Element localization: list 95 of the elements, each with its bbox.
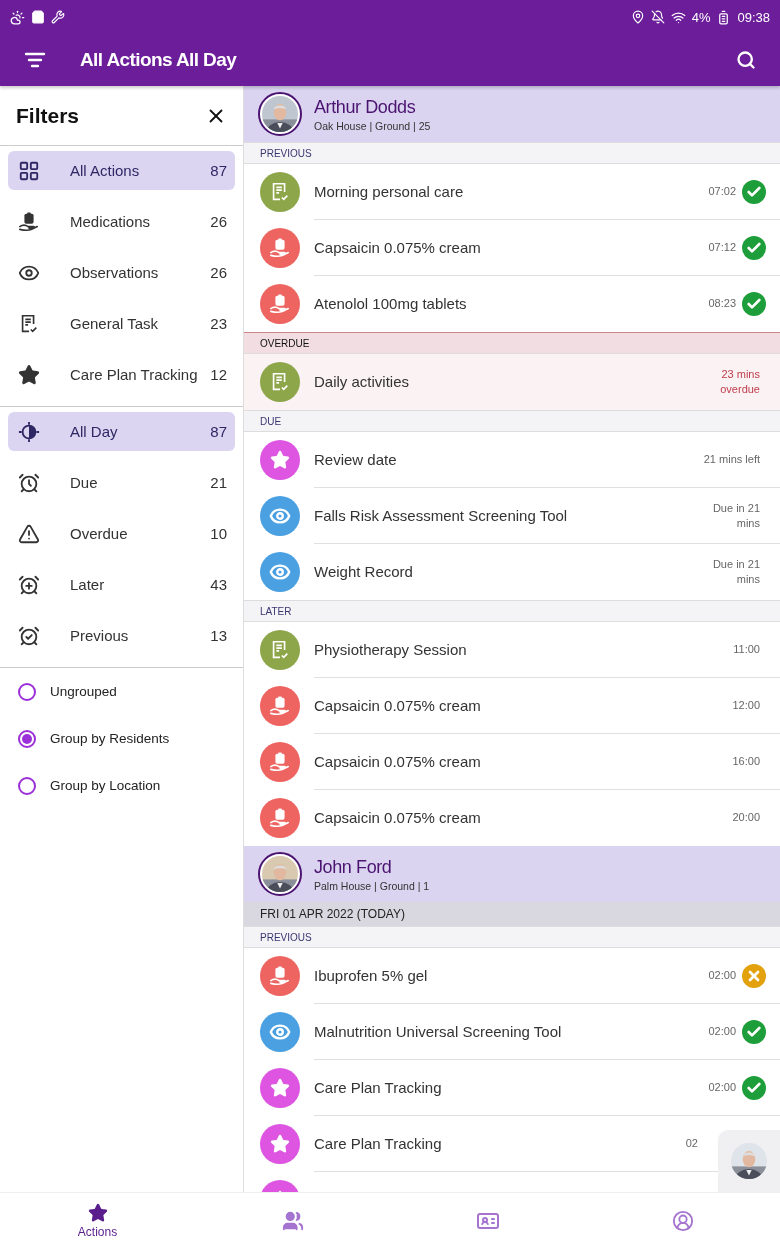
star-icon	[87, 1202, 108, 1223]
search-button[interactable]	[736, 50, 756, 70]
action-title: Atenolol 100mg tablets	[314, 295, 468, 312]
action-time: 23 mins overdue	[719, 367, 760, 396]
filter-item[interactable]: All Actions 87	[8, 151, 235, 190]
section-header: OVERDUE	[244, 332, 780, 354]
section-header: DUE	[244, 410, 780, 432]
section-header: LATER	[244, 600, 780, 622]
filter-item[interactable]: Due 21	[8, 463, 235, 502]
action-title: Capsaicin 0.075% cream	[314, 753, 482, 770]
filter-item[interactable]: General Task 23	[8, 304, 235, 343]
action-time: 02:00	[708, 1080, 736, 1095]
resident-name: John Ford	[314, 856, 393, 878]
medical-hand-icon	[260, 284, 300, 324]
alarm-plus-icon	[18, 573, 40, 596]
wrench-icon	[51, 10, 65, 24]
nav-tab[interactable]: Actions	[0, 1193, 195, 1248]
action-time: 20:00	[732, 810, 760, 825]
avatar-button[interactable]	[718, 1130, 780, 1192]
filter-item[interactable]: Later 43	[8, 565, 235, 604]
action-title: Review date	[314, 451, 398, 468]
grid-icon	[18, 159, 40, 182]
filter-item[interactable]: Observations 26	[8, 253, 235, 292]
resident-header[interactable]: Arthur Dodds Oak House | Ground | 25	[244, 86, 780, 142]
resident-header[interactable]: John Ford Palm House | Ground | 1	[244, 846, 780, 902]
action-time: Due in 21 mins	[711, 557, 760, 586]
mute-icon	[650, 10, 665, 24]
people-icon	[281, 1209, 304, 1232]
eye-icon	[260, 496, 300, 536]
action-time: 21 mins left	[703, 452, 760, 467]
warning-icon	[18, 522, 40, 545]
action-title: Morning personal care	[314, 183, 465, 200]
medical-hand-icon	[260, 228, 300, 268]
medical-hand-icon	[260, 956, 300, 996]
action-time: 07:02	[708, 184, 736, 199]
battery-level: 4%	[691, 9, 711, 25]
radio-label: Group by Residents	[50, 731, 170, 746]
action-title: Ibuprofen 5% gel	[314, 967, 429, 984]
action-time: Due in 21 mins	[711, 501, 760, 530]
action-title: Physiotherapy Session	[314, 641, 468, 658]
half-sun-icon	[18, 420, 40, 443]
checklist-icon	[260, 172, 300, 212]
action-title: Capsaicin 0.075% cream	[314, 809, 482, 826]
resident-name: Arthur Dodds	[314, 96, 417, 118]
account-icon	[671, 1209, 694, 1232]
action-time: 16:00	[732, 754, 760, 769]
resident-location: Palm House | Ground | 1	[314, 879, 430, 892]
medical-hand-icon	[18, 210, 40, 233]
section-header: PREVIOUS	[244, 926, 780, 948]
radio-button[interactable]	[18, 682, 36, 701]
star-icon	[18, 363, 40, 386]
filter-item[interactable]: Care Plan Tracking 12	[8, 355, 235, 394]
medical-hand-icon	[260, 798, 300, 838]
action-time: 02:00	[708, 1024, 736, 1039]
bag-icon	[31, 10, 45, 24]
eye-icon	[260, 1012, 300, 1052]
action-time: 07:12	[708, 240, 736, 255]
date-header: FRI 01 APR 2022 (TODAY)	[244, 902, 780, 926]
action-title: Care Plan Tracking	[314, 1079, 443, 1096]
action-time: 11:00	[733, 642, 760, 657]
radio-button[interactable]	[18, 729, 36, 748]
eye-icon	[260, 552, 300, 592]
action-title: Daily activities	[314, 373, 411, 390]
filters-title: Filters	[16, 103, 80, 128]
weather-icon	[10, 9, 25, 25]
checklist-icon	[260, 362, 300, 402]
resident-location: Oak House | Ground | 25	[314, 119, 431, 132]
wifi-icon	[670, 9, 686, 25]
action-title: Capsaicin 0.075% cream	[314, 239, 482, 256]
filter-item[interactable]: Medications 26	[8, 202, 235, 241]
page-title: All Actions All Day	[80, 49, 238, 71]
action-title: Care Plan Tracking	[314, 1135, 443, 1152]
medical-hand-icon	[260, 686, 300, 726]
clock: 09:38	[737, 9, 770, 25]
medical-hand-icon	[260, 742, 300, 782]
section-header: PREVIOUS	[244, 142, 780, 164]
checklist-icon	[260, 630, 300, 670]
action-time: 02	[685, 1136, 698, 1151]
filter-item[interactable]: All Day 87	[8, 412, 235, 451]
action-title: Malnutrition Universal Screening Tool	[314, 1023, 563, 1040]
filter-menu-button[interactable]	[24, 51, 46, 69]
radio-label: Group by Location	[50, 778, 161, 793]
action-time: 08:23	[708, 296, 736, 311]
action-title: Falls Risk Assessment Screening Tool	[314, 507, 569, 524]
action-title: Weight Record	[314, 563, 414, 580]
radio-button[interactable]	[18, 776, 36, 795]
location-icon	[630, 10, 645, 24]
action-time: 02:00	[708, 968, 736, 983]
action-time: 12:00	[732, 698, 760, 713]
alarm-clock-icon	[18, 471, 40, 494]
radio-label: Ungrouped	[50, 684, 117, 699]
action-title: Capsaicin 0.075% cream	[314, 697, 482, 714]
filter-item[interactable]: Previous 13	[8, 616, 235, 655]
filter-item[interactable]: Overdue 10	[8, 514, 235, 553]
alarm-check-icon	[18, 624, 40, 647]
